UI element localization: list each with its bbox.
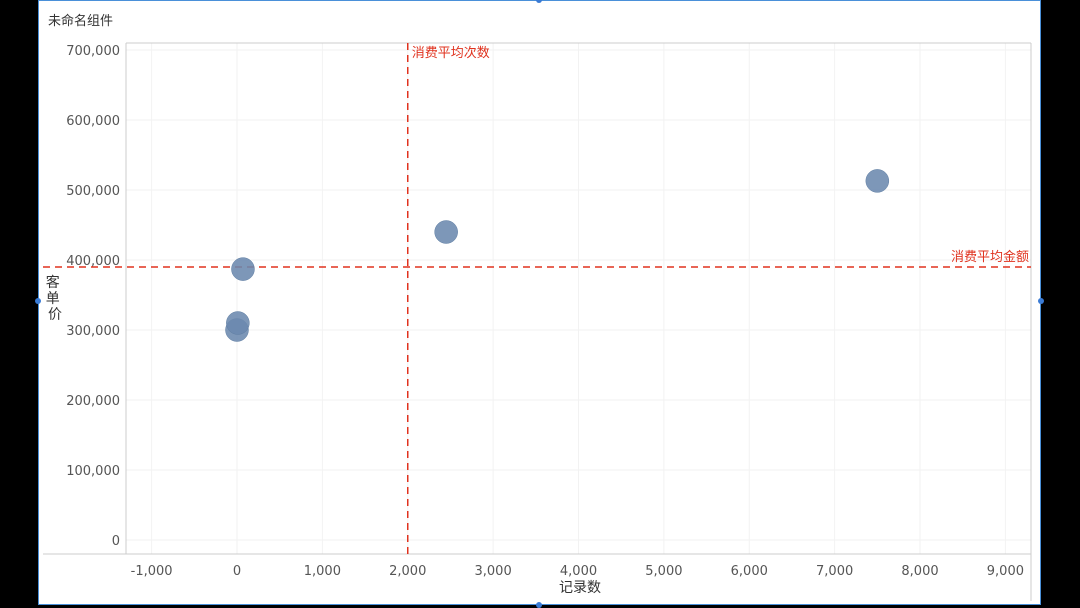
x-tick-label: 6,000 <box>731 564 768 579</box>
resize-handle-left[interactable] <box>35 298 41 304</box>
y-tick-label: 200,000 <box>66 394 120 409</box>
x-tick-label: 1,000 <box>304 564 341 579</box>
y-tick-label: 100,000 <box>66 464 120 479</box>
data-point[interactable] <box>226 311 250 335</box>
x-tick-label: 5,000 <box>645 564 682 579</box>
x-tick-label: 0 <box>233 564 241 579</box>
resize-handle-bottom[interactable] <box>536 602 542 608</box>
y-tick-label: 600,000 <box>66 114 120 129</box>
x-tick-label: -1,000 <box>131 564 173 579</box>
x-tick-label: 4,000 <box>560 564 597 579</box>
chart-widget[interactable]: 未命名组件 -1,000 0 1,000 2,000 3,000 4,000 5,000 6,… <box>38 0 1041 605</box>
y-tick-label: 700,000 <box>66 44 120 59</box>
y-tick-label: 500,000 <box>66 184 120 199</box>
x-tick-label: 7,000 <box>816 564 853 579</box>
x-axis-label: 记录数 <box>559 580 601 596</box>
x-tick-label: 9,000 <box>987 564 1024 579</box>
point-layer <box>225 169 890 342</box>
x-tick-label: 3,000 <box>475 564 512 579</box>
axis-layer: -1,000 0 1,000 2,000 3,000 4,000 5,000 6,000 7,0… <box>43 42 1032 601</box>
y-axis-label: 客 单 价 <box>46 274 64 323</box>
resize-handle-right[interactable] <box>1038 298 1044 304</box>
reference-label-avg-count: 消费平均次数 <box>412 45 490 61</box>
y-tick-label: 300,000 <box>66 324 120 339</box>
x-tick-label: 8,000 <box>901 564 938 579</box>
y-tick-label: 0 <box>112 534 120 549</box>
data-point[interactable] <box>231 257 255 281</box>
data-point[interactable] <box>434 220 458 244</box>
x-tick-label: 2,000 <box>389 564 426 579</box>
grid-layer <box>126 43 1031 554</box>
reference-label-avg-amount: 消费平均金额 <box>951 249 1029 265</box>
scatter-chart[interactable]: -1,000 0 1,000 2,000 3,000 4,000 5,000 6,000 7,0… <box>39 1 1040 604</box>
data-point[interactable] <box>865 169 890 193</box>
